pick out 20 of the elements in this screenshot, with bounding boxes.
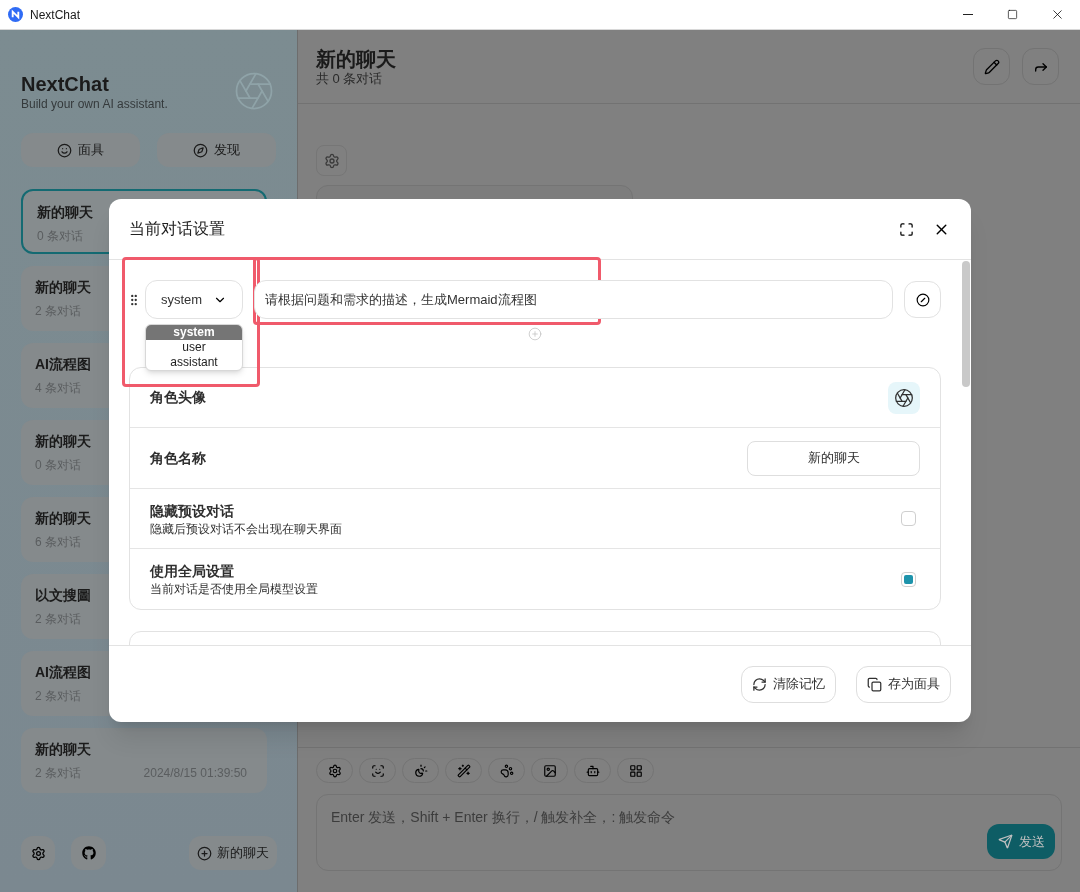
setting-label: 角色头像 xyxy=(150,388,206,407)
app-title: NextChat xyxy=(21,72,110,96)
setting-label: 使用全局设置 xyxy=(150,562,235,581)
chat-header-title: 新的聊天 xyxy=(316,46,396,71)
chat-title: 以文搜圖 xyxy=(35,586,91,605)
chat-title: 新的聊天 xyxy=(35,740,91,759)
window-title: NextChat xyxy=(30,6,81,24)
setting-label: 隐藏预设对话 xyxy=(150,501,235,521)
chat-title: AI流程图 xyxy=(35,663,91,682)
chat-title: 新的聊天 xyxy=(35,432,91,451)
setting-description: 隐藏后预设对话不会出现在聊天界面 xyxy=(150,520,342,537)
chat-title: 新的聊天 xyxy=(37,203,93,222)
chat-header-subtitle: 共 0 条对话 xyxy=(316,70,384,87)
setting-label: 角色名称 xyxy=(150,448,206,468)
chat-title: 新的聊天 xyxy=(35,278,91,297)
chat-title: 新的聊天 xyxy=(35,509,91,528)
chat-title: AI流程图 xyxy=(35,355,91,374)
dialog-title: 当前对话设置 xyxy=(129,219,225,239)
app-subtitle: Build your own AI assistant. xyxy=(21,96,168,112)
setting-description: 当前对话是否使用全局模型设置 xyxy=(150,581,318,597)
